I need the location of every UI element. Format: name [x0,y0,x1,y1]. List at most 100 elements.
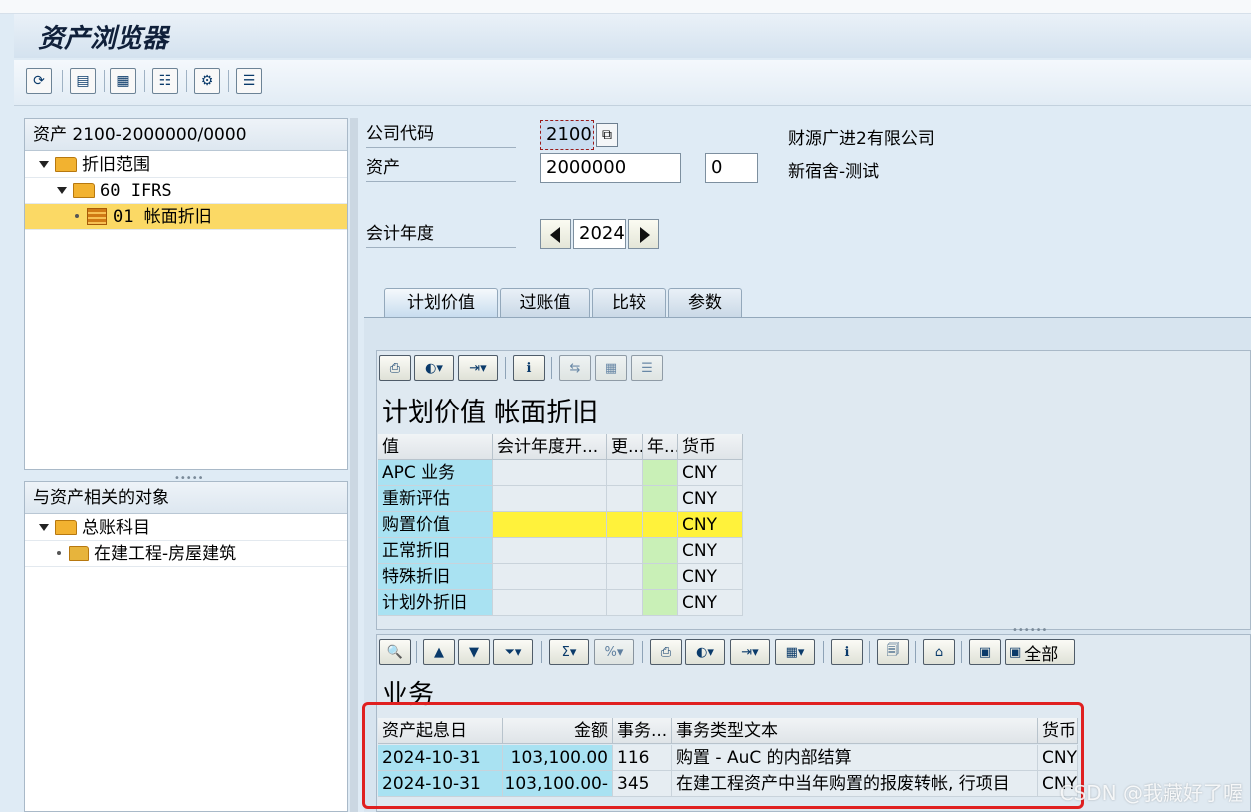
settings-icon[interactable]: ⚙ [194,68,220,94]
cell-change [607,538,643,564]
asset-tree-pane: 资产 2100-2000000/0000 折旧范围 60 IFRS 01 帐面折… [24,118,348,470]
notes-icon[interactable]: ☰ [631,355,663,381]
calculator-icon[interactable]: ▦ [595,355,627,381]
tree-item-label: 01 帐面折旧 [113,207,212,227]
cell-fy-start [493,460,607,486]
tab-parameters[interactable]: 参数 [668,288,742,318]
folder-icon [73,183,95,198]
column-header-year[interactable]: 年... [643,434,678,460]
tree-item-depreciation-area[interactable]: 折旧范围 [25,152,347,178]
print-icon[interactable]: ⎙ [379,355,411,381]
alv-separator [505,357,506,379]
watermark: CSDN @我藏好了喔 [1059,781,1243,805]
tree-item-ifrs[interactable]: 60 IFRS [25,178,347,204]
alv-separator [823,641,824,663]
related-objects-header: 与资产相关的对象 [25,482,347,514]
expand-all-button[interactable]: ▣ 全部 [1005,639,1075,665]
window-top-strip [0,0,1251,14]
company-name: 财源广进2有限公司 [788,129,935,149]
cell-year [643,590,678,616]
row-label: 计划外折旧 [378,590,493,616]
expand-all-label: 全部 [1024,644,1059,665]
simulate-icon[interactable]: ⇆ [559,355,591,381]
cell-year [643,564,678,590]
print-icon[interactable]: ⎙ [650,639,682,665]
document-icon[interactable]: 🗐 [877,639,909,665]
copy-icon[interactable]: ⧉ [596,123,618,147]
company-code-field[interactable]: 2100 [540,120,594,150]
export-icon[interactable]: ⇥▾ [458,355,498,381]
cell-fy-start [493,512,607,538]
tab-comparison[interactable]: 比较 [592,288,666,318]
title-bar [14,14,1251,58]
tree-item-book-depreciation[interactable]: 01 帐面折旧 [25,204,347,230]
refresh-icon[interactable]: ⟳ [26,68,52,94]
expand-icon[interactable] [39,524,49,531]
leaf-dot-icon [75,214,79,218]
tree-item-label: 总账科目 [82,518,150,538]
asset-subnumber-field[interactable]: 0 [705,153,758,183]
info-icon[interactable]: ℹ [513,355,545,381]
save-icon[interactable]: ▤ [70,68,96,94]
expand-icon[interactable] [57,187,67,194]
row-label: APC 业务 [378,460,493,486]
app-title: 资产浏览器 [38,24,169,54]
display-icon[interactable]: ⌂ [923,639,955,665]
expand-all-icon: ▣ [1009,644,1022,660]
calculate-icon[interactable]: ▦ [110,68,136,94]
sum-icon[interactable]: Σ▾ [549,639,589,665]
cell-currency: CNY [678,538,743,564]
row-label: 特殊折旧 [378,564,493,590]
previous-year-button[interactable] [540,219,571,249]
next-year-button[interactable] [628,219,659,249]
column-header-change[interactable]: 更... [607,434,643,460]
asset-number-field[interactable]: 2000000 [540,153,681,183]
related-objects-pane: 与资产相关的对象 总账科目 在建工程-房屋建筑 [24,481,348,812]
list-icon[interactable]: ☷ [152,68,178,94]
view-icon[interactable]: ◐▾ [414,355,454,381]
tree-item-construction[interactable]: 在建工程-房屋建筑 [25,541,347,567]
row-label: 正常折旧 [378,538,493,564]
cell-year [643,460,678,486]
column-header-fy-start[interactable]: 会计年度开... [493,434,607,460]
details-icon[interactable]: 🔍 [379,639,411,665]
column-header-currency[interactable]: 货币 [678,434,743,460]
export-icon[interactable]: ⇥▾ [730,639,770,665]
cell-currency: CNY [678,460,743,486]
cell-fy-start [493,486,607,512]
column-header-value[interactable]: 值 [378,434,493,460]
layout-icon[interactable]: ▦▾ [775,639,815,665]
alv-separator [416,641,417,663]
fiscal-year-field[interactable]: 2024 [573,219,626,249]
cell-currency: CNY [678,564,743,590]
tab-posted-values[interactable]: 过账值 [500,288,590,318]
view-icon[interactable]: ◐▾ [685,639,725,665]
tab-planned-values[interactable]: 计划价值 [384,288,498,318]
vertical-splitter[interactable] [350,118,358,812]
cell-change [607,590,643,616]
filter-icon[interactable]: ⏷▾ [493,639,533,665]
document-icon[interactable]: ☰ [236,68,262,94]
sort-ascending-icon[interactable]: ▲ [423,639,455,665]
highlight-annotation-box [362,702,1084,809]
cell-year [643,538,678,564]
main-toolbar: ⟳ ▤ ▦ ☷ ⚙ ☰ [14,60,1251,106]
cell-change [607,512,643,538]
leaf-dot-icon [57,551,61,555]
folder-icon [55,520,77,535]
folder-icon [55,157,77,172]
cell-year [643,512,678,538]
sort-descending-icon[interactable]: ▼ [458,639,490,665]
alv-separator [541,641,542,663]
info-icon[interactable]: ℹ [831,639,863,665]
subtotal-icon[interactable]: %▾ [594,639,634,665]
alv-separator [915,641,916,663]
toolbar-separator [228,70,229,92]
alv-separator [642,641,643,663]
collapse-icon[interactable]: ▣ [969,639,1001,665]
toolbar-separator [144,70,145,92]
account-icon [69,546,89,561]
expand-icon[interactable] [39,161,49,168]
arrow-right-icon [640,227,650,243]
tree-item-gl-account[interactable]: 总账科目 [25,515,347,541]
